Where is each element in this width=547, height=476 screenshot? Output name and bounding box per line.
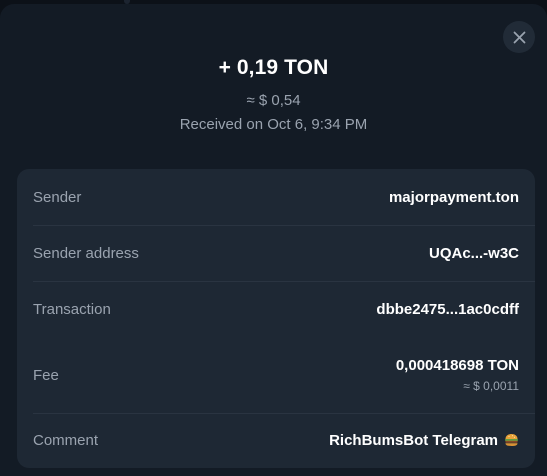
fee-row: Fee 0,000418698 TON ≈ $ 0,0011 — [17, 337, 535, 413]
fee-fiat-value: ≈ $ 0,0011 — [463, 379, 519, 393]
close-icon — [513, 31, 525, 43]
burger-icon — [505, 434, 518, 446]
sender-label: Sender — [33, 188, 82, 206]
details-card: Sender majorpayment.ton Sender address U… — [17, 169, 535, 468]
comment-row: Comment RichBumsBot Telegram — [17, 413, 535, 468]
comment-label: Comment — [33, 432, 99, 449]
transaction-label: Transaction — [33, 300, 111, 318]
transaction-hash-value[interactable]: dbbe2475...1ac0cdff — [376, 301, 519, 318]
fee-values: 0,000418698 TON ≈ $ 0,0011 — [396, 357, 519, 393]
comment-value: RichBumsBot Telegram — [329, 432, 498, 449]
transaction-fiat-amount: ≈ $ 0,54 — [246, 92, 301, 109]
close-button[interactable] — [503, 21, 535, 53]
sender-address-label: Sender address — [33, 244, 139, 262]
transaction-amount: + 0,19 TON — [218, 56, 329, 79]
sender-value[interactable]: majorpayment.ton — [389, 189, 519, 206]
fee-label: Fee — [33, 366, 59, 384]
transaction-received-date: Received on Oct 6, 9:34 PM — [179, 116, 368, 133]
sender-address-row[interactable]: Sender address UQAc...-w3C — [17, 225, 535, 281]
comment-value-wrap: RichBumsBot Telegram — [329, 432, 519, 449]
fee-value: 0,000418698 TON — [395, 357, 519, 374]
sender-address-value[interactable]: UQAc...-w3C — [429, 245, 519, 262]
sender-row[interactable]: Sender majorpayment.ton — [17, 169, 535, 225]
transaction-row[interactable]: Transaction dbbe2475...1ac0cdff — [17, 281, 535, 337]
transaction-details-sheet: + 0,19 TON ≈ $ 0,54 Received on Oct 6, 9… — [0, 4, 547, 476]
